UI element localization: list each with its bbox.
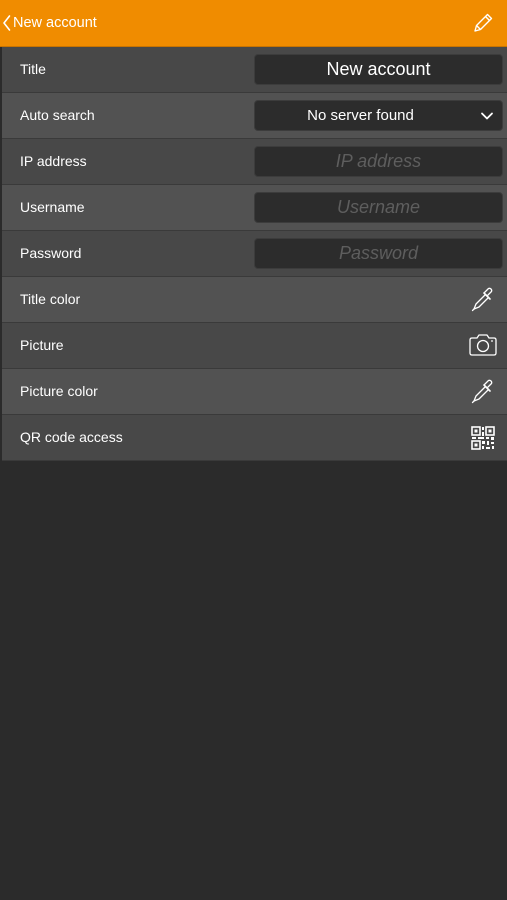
account-form: Title New account Auto search No server … [2, 47, 507, 461]
qr-code-icon[interactable] [471, 426, 495, 450]
username-input[interactable]: Username [254, 192, 503, 223]
back-button[interactable]: New account [2, 12, 97, 34]
auto-search-label: Auto search [20, 107, 95, 123]
qr-code-row[interactable]: QR code access [2, 415, 507, 461]
password-input[interactable]: Password [254, 238, 503, 269]
auto-search-dropdown[interactable]: No server found [254, 100, 503, 131]
eyedropper-icon[interactable] [469, 285, 497, 313]
auto-search-selected: No server found [307, 107, 414, 124]
picture-color-label: Picture color [20, 383, 98, 399]
ip-address-label: IP address [20, 153, 87, 169]
pencil-icon [474, 13, 493, 32]
ip-address-row: IP address IP address [2, 139, 507, 185]
auto-search-row: Auto search No server found [2, 93, 507, 139]
picture-label: Picture [20, 337, 64, 353]
ip-address-input[interactable]: IP address [254, 146, 503, 177]
chevron-left-icon [3, 15, 11, 31]
title-color-label: Title color [20, 291, 81, 307]
picture-row[interactable]: Picture [2, 323, 507, 369]
password-row: Password Password [2, 231, 507, 277]
back-button-label: New account [13, 15, 97, 31]
username-label: Username [20, 199, 85, 215]
picture-color-row[interactable]: Picture color [2, 369, 507, 415]
password-label: Password [20, 245, 82, 261]
eyedropper-icon[interactable] [469, 377, 497, 405]
edit-button[interactable] [471, 11, 495, 35]
title-input[interactable]: New account [254, 54, 503, 85]
camera-icon[interactable] [468, 331, 498, 359]
title-color-row[interactable]: Title color [2, 277, 507, 323]
screen: New account Title New account Auto searc… [0, 0, 507, 900]
chevron-down-icon [481, 112, 493, 120]
username-row: Username Username [2, 185, 507, 231]
title-row: Title New account [2, 47, 507, 93]
navigation-bar: New account [0, 0, 507, 47]
qr-code-label: QR code access [20, 429, 123, 445]
title-label: Title [20, 61, 46, 77]
